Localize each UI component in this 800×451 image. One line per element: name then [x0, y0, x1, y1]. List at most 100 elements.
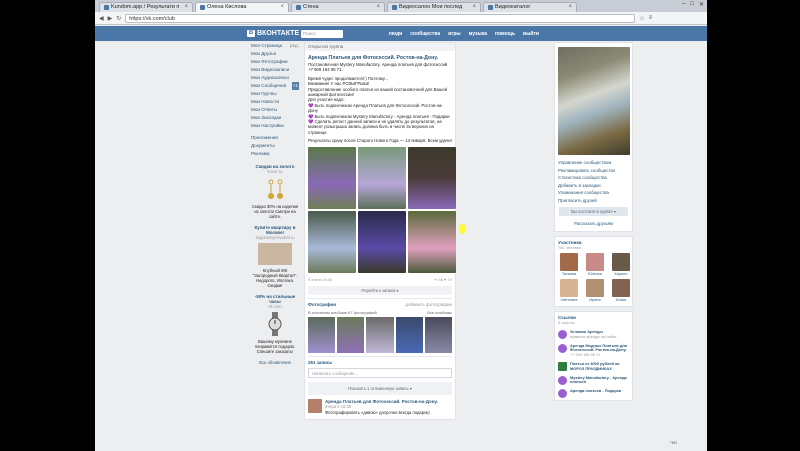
favicon-icon: [104, 5, 109, 10]
go-to-post-button[interactable]: Перейти к записи ▾: [308, 285, 452, 295]
menu-item-mentions[interactable]: Упоминания сообщества: [555, 189, 632, 197]
photo-thumb[interactable]: [358, 210, 406, 273]
browser-tab-1[interactable]: Kundom.app / Результати п ×: [99, 2, 193, 12]
photo-thumb[interactable]: [337, 316, 365, 353]
sidebar-item-messages[interactable]: Мои Сообщения +1: [251, 82, 299, 90]
ad-block-gold[interactable]: Скидки на золото kuver.ru Скидка 30% на …: [251, 164, 299, 219]
group-cover-photo[interactable]: [558, 47, 630, 155]
photo-thumb[interactable]: [308, 316, 336, 353]
close-tab-icon[interactable]: ×: [376, 3, 380, 12]
back-arrow-icon[interactable]: ◀: [99, 15, 104, 22]
group-wall-column: Открытая группа Аренда Платьев для Фотос…: [304, 42, 456, 421]
video-letterbox-right: [707, 0, 800, 451]
link-icon: [558, 330, 567, 339]
sidebar-item-audio[interactable]: Мои Аудиозаписи: [251, 74, 299, 82]
browser-tab-3[interactable]: Стена ×: [291, 2, 385, 12]
link-icon: [558, 389, 567, 399]
member-item[interactable]: Юлия: [610, 279, 632, 302]
sidebar-item-videos[interactable]: Мои Видеозаписи: [251, 66, 299, 74]
menu-icon[interactable]: ≡: [649, 15, 653, 21]
url-input[interactable]: https://vk.com/club: [125, 13, 636, 23]
members-box: Участники 781 человек Татьяна Юлечка Кир…: [554, 236, 633, 307]
nav-help[interactable]: помощь: [495, 31, 515, 37]
sidebar-item-docs[interactable]: Документы: [251, 142, 299, 150]
post-photo-grid: [305, 144, 456, 276]
link-icon: [558, 375, 567, 385]
browser-tab-5[interactable]: Видеокаталог ×: [483, 2, 577, 12]
menu-item-invite[interactable]: Пригласить друзей: [555, 197, 632, 205]
sidebar-item-friends[interactable]: Мои Друзья: [251, 50, 299, 58]
menu-item-advertise[interactable]: Рекламировать сообщество: [555, 167, 632, 175]
address-bar-row: ◀ ▶ ↻ https://vk.com/club ☆ ≡: [95, 12, 707, 25]
close-tab-icon[interactable]: ×: [280, 3, 284, 12]
photo-thumb[interactable]: [358, 146, 406, 209]
nav-games[interactable]: игры: [448, 31, 460, 37]
pinned-post-title[interactable]: Аренда Платьев для Фотосессий. Ростов-на…: [305, 51, 455, 62]
member-item[interactable]: Кирилл: [610, 253, 632, 276]
star-icon[interactable]: ☆: [639, 15, 644, 22]
photo-thumb[interactable]: [424, 316, 453, 353]
photo-thumb[interactable]: [395, 316, 423, 353]
menu-item-manage[interactable]: Управление сообществом: [555, 159, 632, 167]
link-item[interactable]: Условия Аренды правила аренды на сайте: [555, 328, 632, 342]
close-tab-icon[interactable]: ×: [472, 3, 476, 12]
link-item[interactable]: Платья от 3000 рублей на МОРОЗ ПРАЗДНИКА…: [555, 360, 632, 374]
wall-count[interactable]: 261 запись: [308, 357, 452, 368]
reload-icon[interactable]: ↻: [116, 15, 121, 22]
sidebar-item-photos[interactable]: Мои Фотографии: [251, 58, 299, 66]
sidebar-item-apps[interactable]: Приложения: [251, 134, 299, 142]
sidebar-item-my-page[interactable]: Моя Страница ред.: [251, 42, 299, 50]
sidebar-item-answers[interactable]: Мои Ответы: [251, 106, 299, 114]
photo-thumb[interactable]: [408, 210, 456, 273]
ad-block-watches[interactable]: -50% на стильные часы vk.com Вашему мужч…: [251, 294, 299, 354]
close-tab-icon[interactable]: ×: [184, 3, 188, 12]
menu-item-stats[interactable]: Статистика сообщества: [555, 174, 632, 182]
vk-logo[interactable]: В ВКОНТАКТЕ: [247, 30, 301, 37]
search-input[interactable]: Поиск: [301, 29, 343, 38]
video-letterbox-left: [0, 0, 95, 451]
favicon-icon: [488, 5, 493, 10]
close-tab-icon[interactable]: ×: [568, 3, 572, 12]
sidebar-item-settings[interactable]: Мои Настройки: [251, 122, 299, 130]
photo-thumb[interactable]: [308, 210, 356, 273]
member-item[interactable]: Светлана: [558, 279, 580, 302]
nav-people[interactable]: люди: [389, 31, 403, 37]
nav-music[interactable]: музыка: [469, 31, 487, 37]
wall-post-input[interactable]: Написать сообщение...: [308, 367, 452, 378]
forward-arrow-icon[interactable]: ▶: [108, 15, 113, 22]
heart-icon[interactable]: ♥: [444, 277, 446, 282]
menu-item-bookmark[interactable]: Добавить в закладки: [555, 182, 632, 190]
member-item[interactable]: Татьяна: [558, 253, 580, 276]
in-group-button[interactable]: Вы состоите в группе ▾: [559, 207, 628, 216]
photo-thumb[interactable]: [366, 316, 394, 353]
show-postponed-button[interactable]: Показать 1 отложенную запись ▾: [308, 381, 452, 395]
sidebar-item-groups[interactable]: Мои Группы: [251, 90, 299, 98]
repost-icon[interactable]: ↪: [434, 277, 437, 282]
minimize-icon[interactable]: –: [682, 1, 685, 8]
avatar[interactable]: [308, 398, 322, 413]
all-ads-link[interactable]: Все объявления: [251, 360, 299, 365]
member-item[interactable]: Ирина: [584, 279, 606, 302]
link-item[interactable]: Аренда платьев - Подарки: [555, 387, 632, 400]
nav-communities[interactable]: сообщества: [410, 31, 440, 37]
tell-friends-button[interactable]: Рассказать друзьям: [559, 219, 628, 228]
maximize-icon[interactable]: □: [690, 1, 694, 8]
member-item[interactable]: Юлечка: [584, 253, 606, 276]
sidebar-item-news[interactable]: Мои Новости: [251, 98, 299, 106]
close-window-icon[interactable]: ✕: [699, 1, 704, 8]
browser-tab-2[interactable]: Олена Кислова ×: [195, 2, 289, 12]
nav-logout[interactable]: выйти: [523, 31, 539, 37]
link-item[interactable]: Аренда Модных Платьев для Фотосессий. Ро…: [555, 342, 632, 360]
favicon-icon: [200, 5, 205, 10]
group-actions-menu: Управление сообществом Рекламировать соо…: [555, 159, 632, 204]
ad-block-apartment[interactable]: Купите квартиру в Москве! zagorodnyi-kva…: [251, 225, 299, 288]
browser-tab-4[interactable]: Видеосалон Мои послед ×: [387, 2, 481, 12]
sidebar-item-ads[interactable]: Реклама: [251, 150, 299, 158]
photo-thumb[interactable]: [308, 146, 356, 209]
photos-strip: [308, 316, 453, 353]
link-item[interactable]: Mystery Manufactory - Аренда платьев: [555, 374, 632, 388]
chat-button[interactable]: Чат: [670, 440, 677, 445]
photo-thumb[interactable]: [408, 146, 456, 209]
sidebar-item-bookmarks[interactable]: Мои Закладки: [251, 114, 299, 122]
family-image: [258, 243, 292, 265]
